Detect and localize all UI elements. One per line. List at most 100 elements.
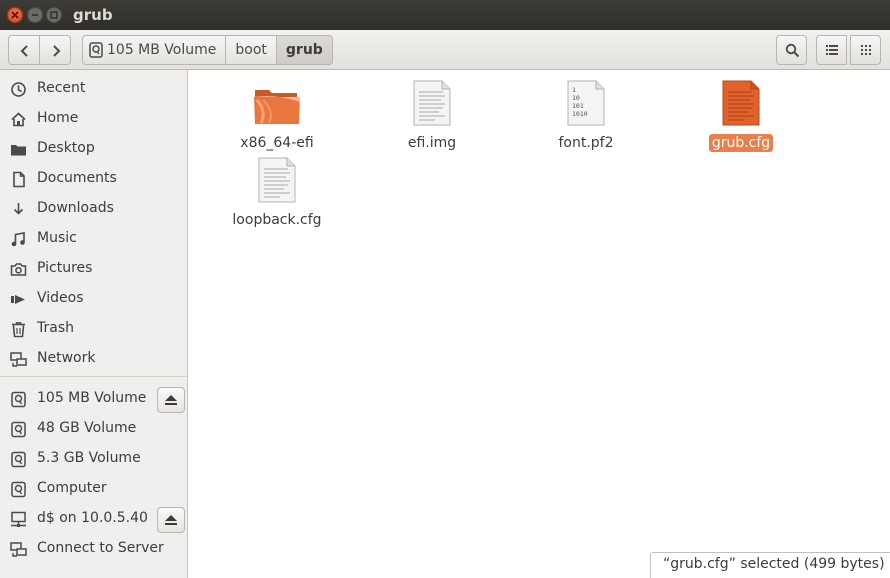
sidebar-item-trash[interactable]: Trash (0, 314, 187, 344)
maximize-window-button[interactable] (46, 7, 62, 23)
close-icon (11, 11, 19, 19)
file-view[interactable]: x86_64-efi efi.img 1 10 101 1010 font.pf… (188, 70, 890, 578)
drive-icon (89, 42, 103, 58)
sidebar-item-network[interactable]: Network (0, 344, 187, 374)
crumb-grub[interactable]: grub (276, 35, 333, 65)
text-file-icon-wrap (217, 155, 337, 205)
sidebar-item-label: Connect to Server (37, 540, 164, 556)
sidebar-item-label: Recent (37, 80, 86, 96)
crumb-boot-label: boot (235, 42, 267, 58)
sidebar: Recent Home Desktop Documents Downloads … (0, 70, 188, 578)
file-name-wrap: font.pf2 (526, 135, 646, 151)
sidebar-item-48gb-volume[interactable]: 48 GB Volume (0, 414, 187, 444)
video-icon (11, 295, 25, 304)
window-title: grub (73, 6, 113, 24)
list-view-button[interactable] (816, 35, 847, 65)
crumb-volume[interactable]: 105 MB Volume (82, 35, 227, 65)
file-name: x86_64-efi (240, 135, 314, 151)
network-share-icon (11, 511, 26, 527)
binary-line: 1010 (572, 110, 588, 118)
list-view-icon (826, 45, 838, 55)
binary-line: 10 (572, 94, 580, 102)
text-file-icon (722, 80, 760, 126)
file-name-wrap: grub.cfg (681, 134, 801, 152)
sidebar-item-documents[interactable]: Documents (0, 164, 187, 194)
network-icon (10, 542, 27, 557)
binary-line: 101 (572, 102, 584, 110)
maximize-icon (50, 11, 58, 19)
file-name-wrap: x86_64-efi (217, 135, 337, 151)
drive-icon (11, 391, 26, 408)
crumb-grub-label: grub (285, 42, 323, 58)
camera-icon (10, 263, 27, 276)
network-icon (10, 352, 27, 367)
home-icon (11, 112, 26, 127)
file-name-wrap: loopback.cfg (217, 212, 337, 228)
minimize-window-button[interactable] (27, 7, 43, 23)
search-icon (785, 43, 800, 58)
drive-icon (11, 481, 26, 498)
text-file-icon-wrap (372, 78, 492, 128)
crumb-volume-label: 105 MB Volume (107, 42, 217, 58)
text-file-icon (258, 157, 296, 203)
back-button[interactable] (8, 35, 40, 65)
trash-icon (12, 322, 25, 338)
eject-icon (165, 515, 177, 525)
sidebar-item-desktop[interactable]: Desktop (0, 134, 187, 164)
sidebar-item-downloads[interactable]: Downloads (0, 194, 187, 224)
grid-view-icon (861, 45, 871, 55)
forward-button[interactable] (39, 35, 71, 65)
sidebar-item-music[interactable]: Music (0, 224, 187, 254)
sidebar-item-recent[interactable]: Recent (0, 74, 187, 104)
binary-file-icon: 1 10 101 1010 (567, 80, 605, 126)
minimize-icon (32, 14, 38, 16)
grid-view-button[interactable] (850, 35, 881, 65)
sidebar-item-label: 48 GB Volume (37, 420, 137, 436)
sidebar-item-label: 105 MB Volume (37, 390, 147, 406)
text-file-icon (413, 80, 451, 126)
file-name: efi.img (407, 135, 457, 151)
sidebar-item-label: Music (37, 230, 77, 246)
eject-button[interactable] (157, 507, 185, 533)
file-name-wrap: efi.img (372, 135, 492, 151)
crumb-boot[interactable]: boot (226, 35, 277, 65)
chevron-left-icon (20, 45, 28, 57)
file-name: font.pf2 (558, 135, 614, 151)
file-name: loopback.cfg (232, 212, 322, 228)
eject-button[interactable] (157, 387, 185, 413)
sidebar-item-videos[interactable]: Videos (0, 284, 187, 314)
toolbar: 105 MB Volume boot grub (0, 30, 890, 70)
download-icon (13, 203, 24, 215)
sidebar-item-computer[interactable]: Computer (0, 474, 187, 504)
sidebar-item-label: d$ on 10.0.5.40 (37, 510, 148, 526)
folder-icon-wrap (217, 78, 337, 128)
sidebar-item-label: 5.3 GB Volume (37, 450, 141, 466)
sidebar-item-5-3gb-volume[interactable]: 5.3 GB Volume (0, 444, 187, 474)
eject-icon (165, 395, 177, 405)
drive-icon (11, 451, 26, 468)
drive-icon (11, 421, 26, 438)
sidebar-item-label: Computer (37, 480, 107, 496)
title-bar: grub (0, 0, 890, 30)
binary-line: 1 (572, 86, 576, 94)
chevron-right-icon (53, 45, 61, 57)
sidebar-item-label: Pictures (37, 260, 93, 276)
desktop-folder-icon (11, 145, 26, 156)
search-button[interactable] (776, 35, 807, 65)
breadcrumb: 105 MB Volume boot grub (82, 35, 333, 65)
sidebar-item-label: Documents (37, 170, 117, 186)
document-icon (13, 171, 25, 188)
sidebar-item-connect-to-server[interactable]: Connect to Server (0, 534, 187, 564)
music-icon (11, 232, 25, 247)
binary-file-icon-wrap: 1 10 101 1010 (526, 78, 646, 128)
sidebar-item-label: Videos (37, 290, 84, 306)
sidebar-item-label: Desktop (37, 140, 95, 156)
close-window-button[interactable] (7, 7, 23, 23)
sidebar-item-label: Home (37, 110, 79, 126)
folder-icon (254, 90, 300, 124)
sidebar-item-label: Trash (37, 320, 74, 336)
sidebar-item-pictures[interactable]: Pictures (0, 254, 187, 284)
sidebar-item-home[interactable]: Home (0, 104, 187, 134)
text-file-icon-wrap (681, 78, 801, 128)
sidebar-separator (0, 376, 187, 377)
